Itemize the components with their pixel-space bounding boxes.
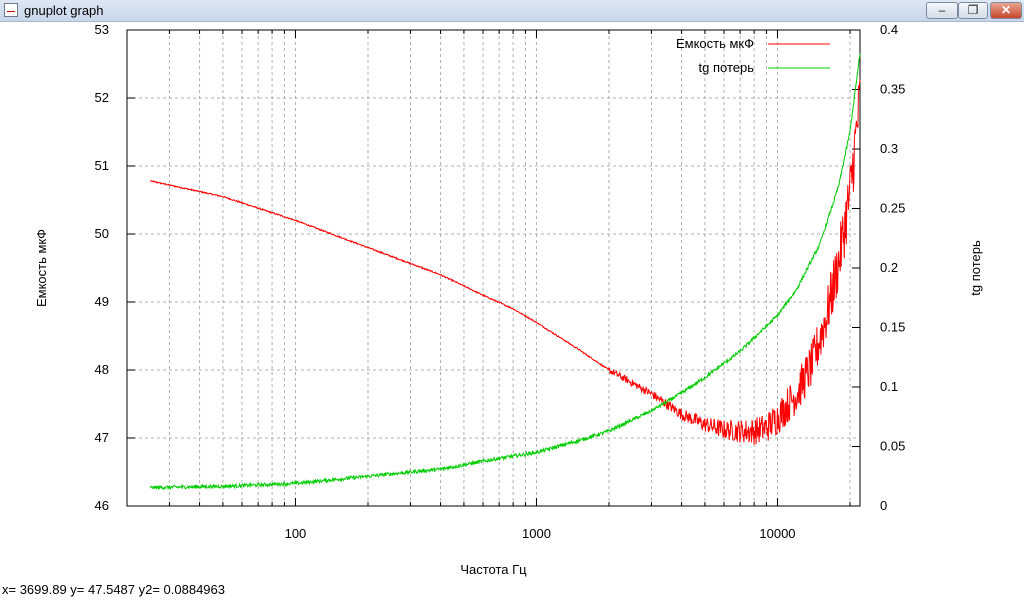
y-tick-label: 49 [95, 294, 109, 309]
status-bar: x= 3699.89 y= 47.5487 y2= 0.0884963 [0, 580, 1024, 600]
y-tick-label: 46 [95, 498, 109, 513]
y-tick-label: 51 [95, 158, 109, 173]
y-axis-label: Емкость мкФ [34, 229, 49, 307]
y-tick-label: 47 [95, 430, 109, 445]
y2-tick-label: 0.3 [880, 141, 898, 156]
y2-tick-label: 0.1 [880, 379, 898, 394]
x-tick-label: 1000 [522, 526, 551, 541]
minimize-button[interactable]: – [926, 2, 958, 19]
x-tick-label: 10000 [759, 526, 795, 541]
legend-label-capacitance: Емкость мкФ [676, 36, 754, 51]
x-tick-label: 100 [285, 526, 307, 541]
close-button[interactable]: ✕ [990, 2, 1022, 19]
maximize-button[interactable]: ❐ [958, 2, 988, 19]
y2-tick-label: 0.15 [880, 320, 905, 335]
gnuplot-plot-canvas[interactable]: 46 47 48 49 50 51 52 53 0 0.05 0.1 0.15 0.2 0.25 0.3 0.… [0, 22, 1024, 580]
y-tick-label: 53 [95, 22, 109, 37]
y-tick-label: 50 [95, 226, 109, 241]
plot-background [0, 22, 1024, 580]
window-titlebar: gnuplot graph – ❐ ✕ [0, 0, 1024, 22]
legend-label-loss-tangent: tg потерь [699, 60, 755, 75]
y-tick-label: 48 [95, 362, 109, 377]
y2-tick-label: 0.25 [880, 201, 905, 216]
y-tick-label: 52 [95, 90, 109, 105]
cursor-coordinates: x= 3699.89 y= 47.5487 y2= 0.0884963 [2, 582, 225, 597]
y2-tick-label: 0.4 [880, 22, 898, 37]
gnuplot-app-icon[interactable] [4, 3, 18, 17]
y2-tick-label: 0.35 [880, 82, 905, 97]
window-title: gnuplot graph [24, 3, 104, 18]
y2-axis-label: tg потерь [968, 240, 983, 296]
y2-tick-label: 0.05 [880, 439, 905, 454]
y2-tick-label: 0.2 [880, 260, 898, 275]
x-axis-label: Частота Гц [460, 562, 527, 577]
y2-tick-label: 0 [880, 498, 887, 513]
